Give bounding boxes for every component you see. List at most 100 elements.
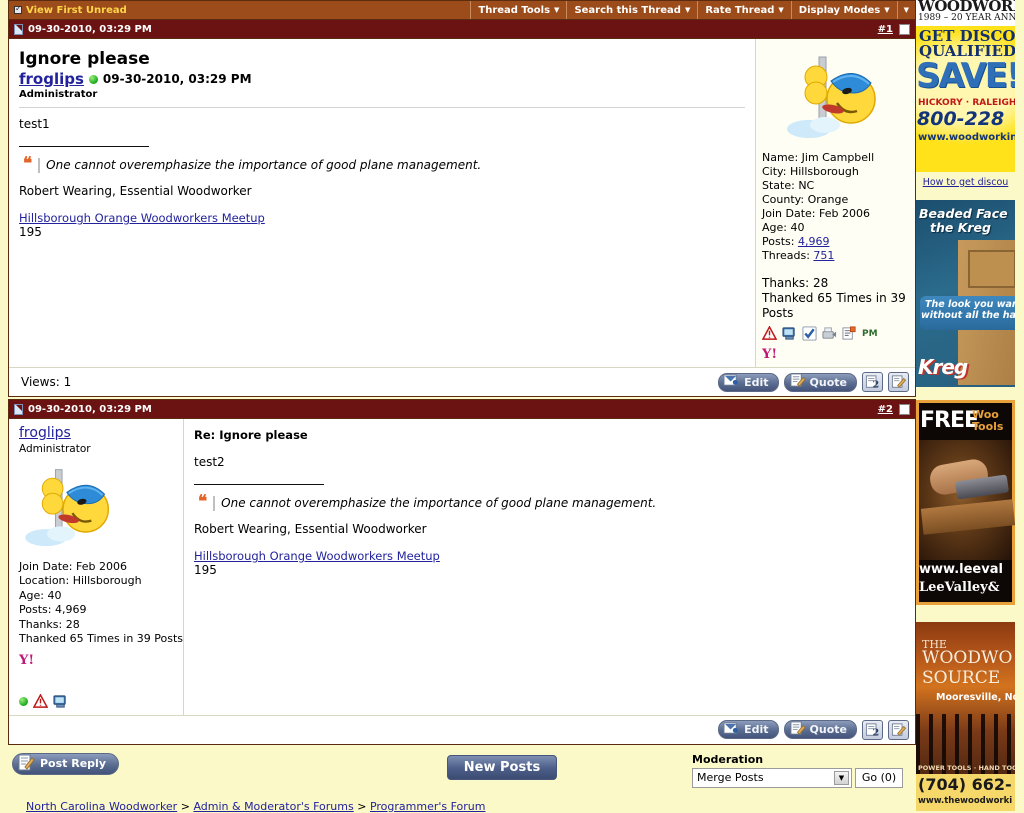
reply-icon <box>17 754 35 774</box>
post-2-multiquote-button[interactable]: 2 <box>862 719 883 740</box>
ad-lee-valley[interactable]: FREE Woo Tools www.leeval LeeValley& <box>916 400 1015 605</box>
moderation-go-button[interactable]: Go (0) <box>855 767 903 788</box>
post-2-subject: Re: Ignore please <box>194 428 308 442</box>
chevron-down-icon: ▼ <box>903 6 909 14</box>
ad-3-url: www.leeval <box>919 562 1003 577</box>
post-1-multiquote-button[interactable]: 2 <box>862 372 883 392</box>
post-1-signature-quote: ❝ One cannot overemphasize the importanc… <box>23 156 745 173</box>
view-first-unread-link[interactable]: View First Unread <box>9 1 470 19</box>
post-2-userinfo-list: Join Date: Feb 2006 Location: Hillsborou… <box>19 560 184 647</box>
new-posts-area: New Posts <box>312 753 692 780</box>
userinfo-value: Feb 2006 <box>819 207 870 220</box>
ad-1-inner: WOODWORKING 1989 – 20 YEAR ANNIVERSARY G… <box>916 0 1015 172</box>
post-2-userinfo-panel: froglips Administrator Join Date: Feb 20… <box>9 419 184 715</box>
ad-3-inner: FREE Woo Tools www.leeval LeeValley& <box>916 400 1015 605</box>
ad-4-phone: (704) 662- <box>918 775 1012 794</box>
post-reply-button[interactable]: Post Reply <box>12 752 119 775</box>
post-1-signature-number: 195 <box>19 225 42 239</box>
new-posts-button[interactable]: New Posts <box>446 754 558 780</box>
post-2-number[interactable]: #2 <box>878 404 893 415</box>
rate-thread-menu[interactable]: Rate Thread ▼ <box>697 1 790 19</box>
bottom-bar: Post Reply New Posts Moderation Merge Po… <box>8 747 916 788</box>
advertisement-column: WOODWORKING 1989 – 20 YEAR ANNIVERSARY G… <box>916 0 1015 811</box>
moderation-area: Moderation Merge Posts ▼ Go (0) <box>692 753 912 788</box>
chevron-down-icon[interactable]: ▼ <box>834 770 849 785</box>
ad-woodworking-source[interactable]: THE WOODWO SOURCE Mooresville, Nort POWE… <box>916 622 1015 811</box>
search-this-thread-menu[interactable]: Search this Thread ▼ <box>566 1 697 19</box>
post-2: 09-30-2010, 03:29 PM #2 froglips Adminis… <box>8 399 916 745</box>
homepage-computer-icon[interactable] <box>782 326 797 341</box>
userinfo-row: Age: 40 <box>19 589 175 604</box>
post-2-content: Re: Ignore please test2 ❝ One cannot ove… <box>184 419 915 715</box>
blue-check-icon[interactable] <box>802 326 817 341</box>
userinfo-value: 40 <box>790 221 805 234</box>
userinfo-value: Jim Campbell <box>801 151 875 164</box>
quote-bar <box>213 496 216 511</box>
userinfo-label: County: <box>762 193 805 206</box>
edit-icon <box>723 721 740 739</box>
post-2-header: 09-30-2010, 03:29 PM #2 <box>9 400 915 419</box>
userinfo-row: Thanks: 28 <box>19 618 175 633</box>
forum-page: View First Unread Thread Tools ▼ Search … <box>0 0 1024 813</box>
moderation-select[interactable]: Merge Posts ▼ <box>692 767 852 788</box>
userinfo-row: Posts: 4,969 <box>19 603 175 618</box>
userinfo-value: NC <box>798 179 815 192</box>
post-2-reply-button[interactable] <box>888 719 909 740</box>
ad-2-logo: Kreg <box>918 355 968 379</box>
svg-text:2: 2 <box>873 727 880 737</box>
userinfo-value: Hillsborough <box>789 165 859 178</box>
post-1-author-date: 09-30-2010, 03:29 PM <box>102 72 252 86</box>
post-1-header: 09-30-2010, 03:29 PM #1 <box>9 20 915 39</box>
ad-woodworking-show[interactable]: WOODWORKING 1989 – 20 YEAR ANNIVERSARY G… <box>916 0 1015 172</box>
post-2-thanked-count: Thanked 65 Times in 39 Posts <box>19 632 184 645</box>
send-email-icon[interactable] <box>822 326 837 341</box>
online-status-icon <box>88 74 98 84</box>
post-1-userinfo-list: Name: Jim Campbell City: Hillsborough St… <box>762 151 909 263</box>
post-1-author-link[interactable]: froglips <box>19 70 84 88</box>
post-1-select-checkbox[interactable] <box>899 23 910 35</box>
homepage-computer-icon[interactable] <box>53 694 68 709</box>
private-message-icon[interactable]: PM <box>862 327 878 341</box>
display-modes-menu[interactable]: Display Modes ▼ <box>790 1 897 19</box>
post-2-body: froglips Administrator Join Date: Feb 20… <box>9 419 915 715</box>
post-2-quote-button[interactable]: Quote <box>783 720 857 739</box>
yahoo-messenger-icon[interactable]: Y! <box>18 652 34 668</box>
ad-4-tagline: POWER TOOLS · HAND TOOLS · <box>918 764 1015 772</box>
post-2-signature-link[interactable]: Hillsborough Orange Woodworkers Meetup <box>194 549 440 563</box>
search-this-thread-label: Search this Thread <box>574 4 681 16</box>
post-2-author-link[interactable]: froglips <box>19 426 175 441</box>
userinfo-label: State: <box>762 179 795 192</box>
ad-1-discount-link[interactable]: How to get discou <box>916 174 1015 188</box>
edit-icon <box>723 373 740 391</box>
ad-1-headline: SAVE! <box>916 56 1015 96</box>
post-1-edit-button[interactable]: Edit <box>718 372 779 392</box>
yahoo-messenger-icon[interactable]: Y! <box>761 346 777 362</box>
post-2-date: 09-30-2010, 03:29 PM <box>28 403 152 415</box>
post-1-number[interactable]: #1 <box>878 24 893 35</box>
display-modes-label: Display Modes <box>798 4 881 16</box>
warning-triangle-icon[interactable] <box>761 325 778 341</box>
post-1-reply-button[interactable] <box>888 372 909 392</box>
post-icon <box>14 403 23 415</box>
post-count-link[interactable]: 4,969 <box>798 235 830 248</box>
ad-kreg[interactable]: Beaded Face the Kreg The look you want w… <box>916 200 1015 387</box>
toolbar-overflow-menu[interactable]: ▼ <box>896 1 915 19</box>
userinfo-label: Age: <box>762 221 787 234</box>
thread-tools-menu[interactable]: Thread Tools ▼ <box>470 1 566 19</box>
find-posts-icon[interactable] <box>842 326 857 341</box>
post-1-quote-attribution: Robert Wearing, Essential Woodworker <box>19 184 252 198</box>
thread-title: Ignore please <box>19 49 150 69</box>
post-1-user-action-icons: PM <box>761 325 909 341</box>
ad-2-line1: Beaded Face <box>919 206 1008 221</box>
thanks-count: Thanks: 28 <box>762 276 829 290</box>
thread-count-link[interactable]: 751 <box>813 249 834 262</box>
warning-triangle-icon[interactable] <box>32 692 49 709</box>
post-1-signature-link[interactable]: Hillsborough Orange Woodworkers Meetup <box>19 211 265 225</box>
post-2-select-checkbox[interactable] <box>899 403 910 415</box>
userinfo-row: County: Orange <box>762 193 909 207</box>
chevron-down-icon: ▼ <box>884 6 890 14</box>
post-1-quote-button[interactable]: Quote <box>783 372 857 392</box>
post-icon <box>14 23 23 35</box>
post-2-edit-button[interactable]: Edit <box>718 720 779 739</box>
post-2-footer: Edit Quote 2 <box>9 714 915 744</box>
